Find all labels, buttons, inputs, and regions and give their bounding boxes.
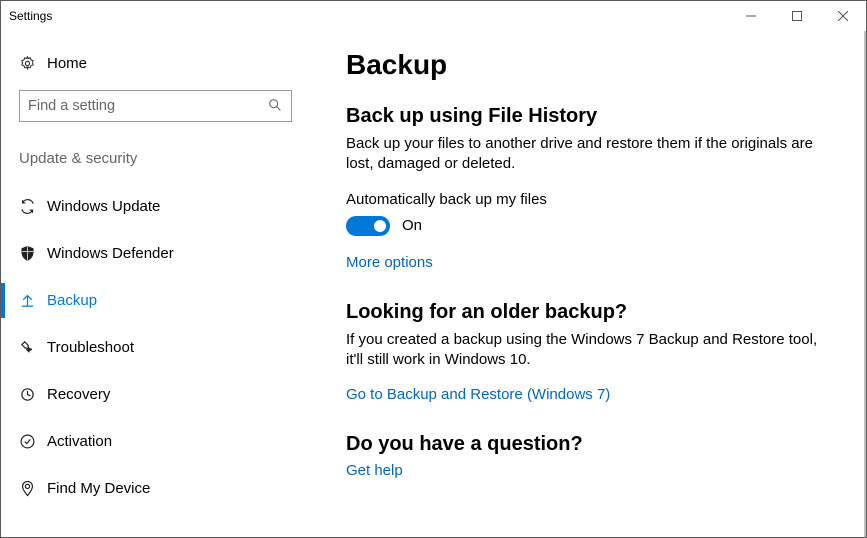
recovery-icon bbox=[19, 386, 47, 403]
backup-icon bbox=[19, 292, 47, 309]
sidebar-item-find-my-device[interactable]: Find My Device bbox=[1, 465, 310, 512]
wrench-icon bbox=[19, 339, 47, 356]
older-backup-heading: Looking for an older backup? bbox=[346, 301, 826, 324]
window-body: Home Update & security Windows Update bbox=[1, 31, 866, 537]
main-content: Backup Back up using File History Back u… bbox=[310, 31, 866, 537]
maximize-icon bbox=[792, 11, 802, 21]
sidebar-item-label: Activation bbox=[47, 433, 112, 450]
auto-backup-label: Automatically back up my files bbox=[346, 191, 826, 208]
sync-icon bbox=[19, 198, 47, 215]
sidebar-item-backup[interactable]: Backup bbox=[1, 277, 310, 324]
maximize-button[interactable] bbox=[774, 1, 820, 31]
window-title: Settings bbox=[9, 9, 52, 23]
sidebar-section-label: Update & security bbox=[1, 140, 310, 183]
auto-backup-toggle[interactable] bbox=[346, 216, 390, 236]
sidebar-item-label: Troubleshoot bbox=[47, 339, 134, 356]
sidebar-item-windows-defender[interactable]: Windows Defender bbox=[1, 230, 310, 277]
sidebar: Home Update & security Windows Update bbox=[1, 31, 310, 537]
find-device-icon bbox=[19, 480, 47, 497]
check-circle-icon bbox=[19, 433, 47, 450]
sidebar-item-label: Backup bbox=[47, 292, 97, 309]
file-history-desc: Back up your files to another drive and … bbox=[346, 134, 826, 175]
file-history-heading: Back up using File History bbox=[346, 105, 826, 128]
sidebar-item-windows-update[interactable]: Windows Update bbox=[1, 183, 310, 230]
settings-window: Settings Home bbox=[0, 0, 867, 538]
search-box[interactable] bbox=[19, 90, 292, 122]
window-controls bbox=[728, 1, 866, 31]
auto-backup-state: On bbox=[402, 217, 422, 234]
shield-icon bbox=[19, 245, 47, 262]
close-button[interactable] bbox=[820, 1, 866, 31]
scrollbar[interactable] bbox=[864, 31, 866, 537]
gear-icon bbox=[19, 55, 47, 72]
sidebar-item-label: Windows Update bbox=[47, 198, 160, 215]
sidebar-home-label: Home bbox=[47, 55, 87, 72]
more-options-link[interactable]: More options bbox=[346, 254, 433, 271]
auto-backup-toggle-row: On bbox=[346, 216, 826, 236]
sidebar-item-label: Windows Defender bbox=[47, 245, 174, 262]
sidebar-item-label: Find My Device bbox=[47, 480, 150, 497]
close-icon bbox=[838, 11, 848, 21]
search-icon bbox=[267, 97, 283, 116]
sidebar-item-troubleshoot[interactable]: Troubleshoot bbox=[1, 324, 310, 371]
titlebar: Settings bbox=[1, 1, 866, 31]
question-heading: Do you have a question? bbox=[346, 433, 826, 456]
section-question: Do you have a question? Get help bbox=[346, 433, 826, 479]
minimize-icon bbox=[746, 11, 756, 21]
search-input[interactable] bbox=[28, 98, 267, 114]
search-wrap bbox=[1, 90, 310, 140]
sidebar-item-recovery[interactable]: Recovery bbox=[1, 371, 310, 418]
sidebar-item-activation[interactable]: Activation bbox=[1, 418, 310, 465]
get-help-link[interactable]: Get help bbox=[346, 462, 403, 479]
page-title: Backup bbox=[346, 49, 826, 81]
sidebar-item-label: Recovery bbox=[47, 386, 110, 403]
section-file-history: Back up using File History Back up your … bbox=[346, 105, 826, 271]
backup-restore-link[interactable]: Go to Backup and Restore (Windows 7) bbox=[346, 386, 610, 403]
sidebar-home[interactable]: Home bbox=[1, 47, 310, 90]
minimize-button[interactable] bbox=[728, 1, 774, 31]
section-older-backup: Looking for an older backup? If you crea… bbox=[346, 301, 826, 404]
older-backup-desc: If you created a backup using the Window… bbox=[346, 330, 826, 371]
